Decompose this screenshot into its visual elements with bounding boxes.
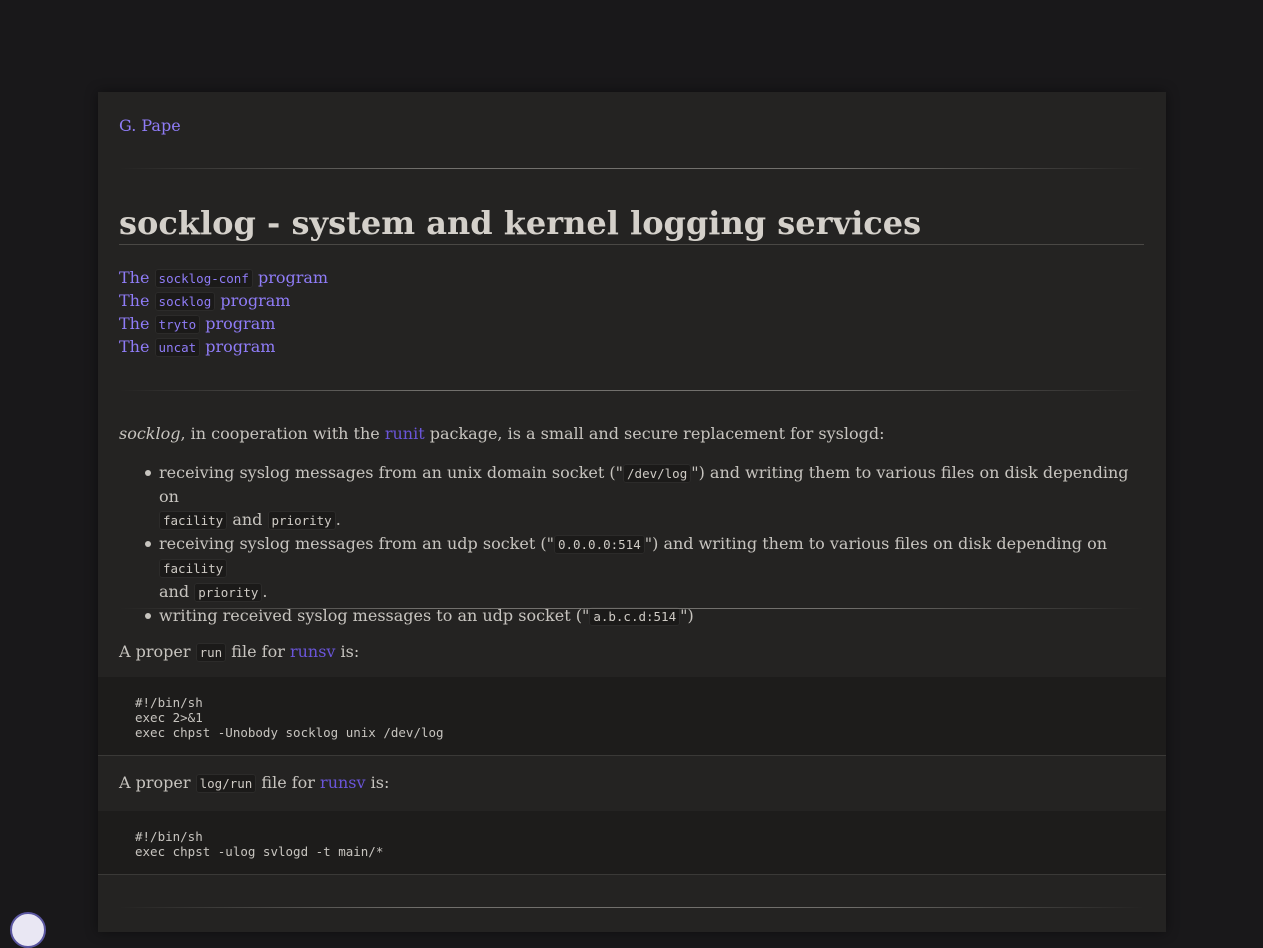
divider xyxy=(119,168,1144,169)
run-script-code: #!/bin/sh exec 2>&1 exec chpst -Unobody … xyxy=(98,677,1166,756)
log-run-file-intro: A proper log/run file for runsv is: xyxy=(119,773,390,793)
intro-paragraph: socklog, in cooperation with the runit p… xyxy=(119,424,885,443)
socklog-emphasis: socklog xyxy=(119,424,181,443)
toc-item-socklog: The socklog program xyxy=(119,289,328,312)
author-link[interactable]: G. Pape xyxy=(119,116,181,135)
toc-link-socklog[interactable]: The socklog program xyxy=(119,291,290,311)
log-run-script-code: #!/bin/sh exec chpst -ulog svlogd -t mai… xyxy=(98,811,1166,875)
list-item: receiving syslog messages from an unix d… xyxy=(145,461,1144,532)
toc-link-socklog-conf[interactable]: The socklog-conf program xyxy=(119,268,328,288)
program-links: The socklog-conf program The socklog pro… xyxy=(119,266,328,358)
toc-item-uncat: The uncat program xyxy=(119,335,328,358)
divider xyxy=(119,907,1144,908)
feature-list: receiving syslog messages from an unix d… xyxy=(145,461,1144,628)
page-title: socklog - system and kernel logging serv… xyxy=(119,202,1144,245)
toc-link-uncat[interactable]: The uncat program xyxy=(119,337,275,357)
divider xyxy=(119,608,1144,609)
document-page: G. Pape socklog - system and kernel logg… xyxy=(98,92,1166,932)
run-file-intro: A proper run file for runsv is: xyxy=(119,642,360,662)
runit-link[interactable]: runit xyxy=(385,424,425,443)
toc-item-tryto: The tryto program xyxy=(119,312,328,335)
list-item: receiving syslog messages from an udp so… xyxy=(145,532,1144,604)
runsv-link[interactable]: runsv xyxy=(290,642,336,661)
toc-link-tryto[interactable]: The tryto program xyxy=(119,314,275,334)
runsv-link[interactable]: runsv xyxy=(320,773,366,792)
divider xyxy=(119,390,1144,391)
toc-item-socklog-conf: The socklog-conf program xyxy=(119,266,328,289)
floating-action-button[interactable] xyxy=(10,912,46,948)
